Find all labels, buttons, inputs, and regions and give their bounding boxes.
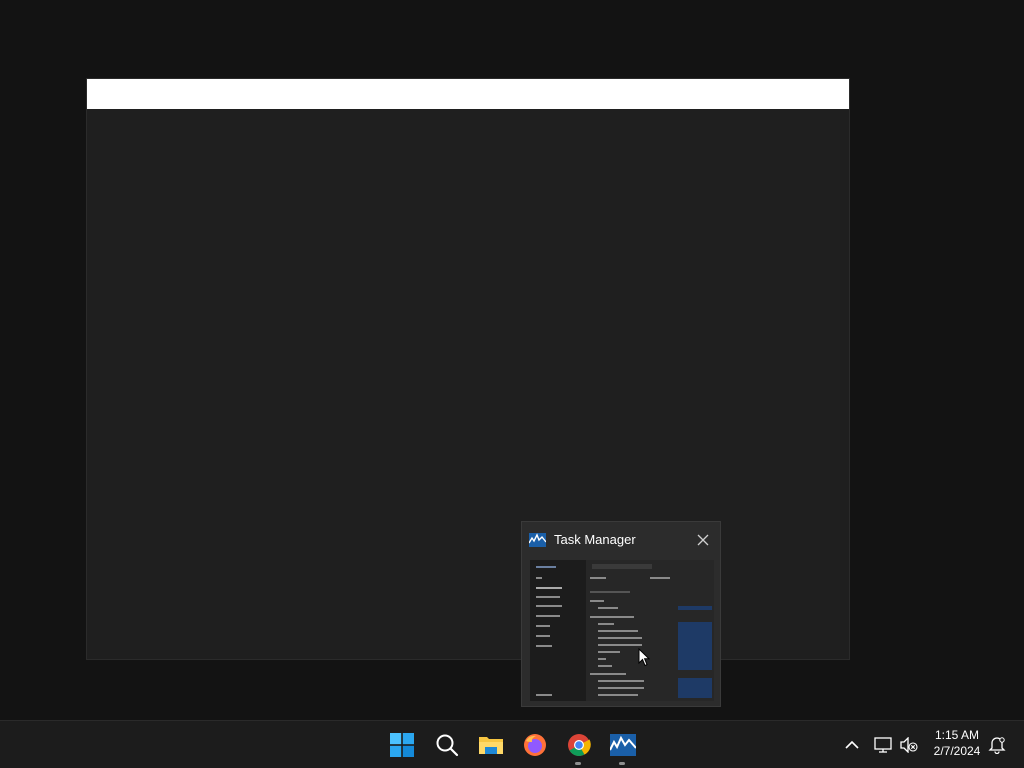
show-hidden-icons-button[interactable] <box>841 734 863 756</box>
close-icon[interactable] <box>694 531 712 549</box>
taskbar-clock[interactable]: 1:15 AM 2/7/2024 <box>926 727 988 759</box>
notification-center-button[interactable] <box>986 734 1008 756</box>
windows-logo-icon <box>390 733 414 757</box>
clock-date: 2/7/2024 <box>933 744 981 758</box>
volume-muted-icon <box>900 737 918 753</box>
task-manager-icon <box>529 533 546 547</box>
window-titlebar[interactable] <box>87 79 849 109</box>
file-explorer-button[interactable] <box>471 727 511 763</box>
taskbar-preview-task-manager[interactable]: Task Manager <box>521 521 721 707</box>
mouse-pointer-icon <box>638 648 650 667</box>
search-icon <box>436 734 459 757</box>
thumbnail-sidebar <box>530 560 586 701</box>
app-window[interactable] <box>86 78 850 660</box>
clock-time: 1:15 AM <box>934 728 980 742</box>
preview-thumbnail[interactable] <box>530 560 714 701</box>
folder-icon <box>479 737 503 754</box>
chevron-up-icon <box>845 740 859 749</box>
task-manager-button[interactable] <box>603 727 643 765</box>
running-indicator <box>575 762 581 765</box>
network-icon <box>874 737 892 753</box>
window-content <box>87 109 849 659</box>
firefox-button[interactable] <box>515 727 555 763</box>
start-button[interactable] <box>382 727 422 763</box>
firefox-icon <box>524 734 546 756</box>
search-button[interactable] <box>427 727 467 763</box>
thumbnail-content <box>586 560 714 701</box>
running-indicator <box>619 762 625 765</box>
preview-title: Task Manager <box>554 532 636 547</box>
volume-control[interactable] <box>898 734 920 756</box>
preview-header: Task Manager <box>522 522 720 558</box>
chrome-button[interactable] <box>559 727 599 765</box>
chrome-icon <box>568 734 591 756</box>
notification-bell-icon <box>988 737 1006 754</box>
task-manager-icon <box>610 734 636 756</box>
taskbar: 1:15 AM 2/7/2024 <box>0 720 1024 768</box>
network-status[interactable] <box>872 734 894 756</box>
